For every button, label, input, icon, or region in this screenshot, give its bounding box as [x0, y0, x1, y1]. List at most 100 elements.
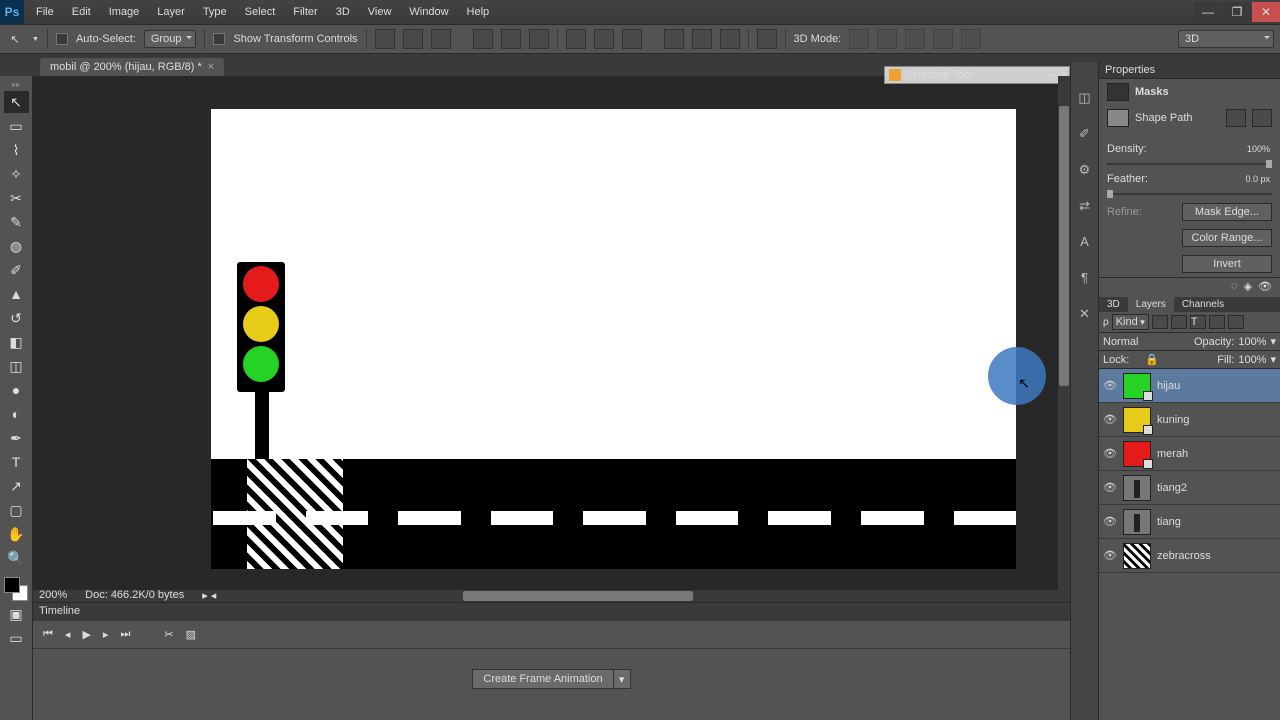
adjust-icon[interactable]: ⇄	[1075, 198, 1095, 216]
showtransform-checkbox[interactable]	[213, 33, 225, 45]
fill-value[interactable]: 100%	[1238, 354, 1266, 366]
color-swatch[interactable]	[4, 577, 28, 601]
color-range-button[interactable]: Color Range...	[1182, 229, 1272, 247]
marquee-tool[interactable]: ▭	[4, 115, 29, 137]
selective-min-icon[interactable]: —	[1048, 69, 1059, 81]
document-tab[interactable]: mobil @ 200% (hijau, RGB/8) *×	[40, 58, 224, 76]
layer-merah[interactable]: 👁merah	[1099, 437, 1280, 471]
menu-filter[interactable]: Filter	[285, 2, 325, 22]
menu-window[interactable]: Window	[401, 2, 456, 22]
zoom-level[interactable]: 200%	[39, 589, 67, 601]
shape-button-1[interactable]	[1226, 109, 1246, 127]
play-button[interactable]: ▶	[82, 628, 90, 641]
menu-select[interactable]: Select	[237, 2, 284, 22]
eraser-tool[interactable]: ◧	[4, 331, 29, 353]
close-tab-icon[interactable]: ×	[208, 61, 214, 73]
tools-icon[interactable]: ✕	[1075, 306, 1095, 324]
autoselect-dropdown[interactable]: Group	[144, 30, 197, 48]
align-right-button[interactable]	[529, 29, 549, 49]
visibility-toggle[interactable]: 👁	[1103, 515, 1117, 528]
goto-first-button[interactable]: ⏮	[43, 628, 53, 641]
lasso-tool[interactable]: ⌇	[4, 139, 29, 161]
mask-toggle-icon[interactable]: 👁	[1258, 280, 1272, 295]
screen-mode-button[interactable]: ▭	[4, 627, 29, 649]
visibility-toggle[interactable]: 👁	[1103, 413, 1117, 426]
autoselect-checkbox[interactable]	[56, 33, 68, 45]
brush-panel-icon[interactable]: ✐	[1075, 126, 1095, 144]
menu-file[interactable]: File	[28, 2, 62, 22]
visibility-toggle[interactable]: 👁	[1103, 549, 1117, 562]
filter-adj-icon[interactable]	[1171, 315, 1187, 329]
filter-smart-icon[interactable]	[1228, 315, 1244, 329]
mask-load-icon[interactable]: ◌	[1231, 280, 1238, 295]
type-tool[interactable]: T	[4, 451, 29, 473]
move-tool[interactable]: ↖	[4, 91, 29, 113]
filter-type-icon[interactable]: T	[1190, 315, 1206, 329]
menu-edit[interactable]: Edit	[64, 2, 99, 22]
move-tool-icon[interactable]: ↖	[6, 30, 24, 48]
dist-left-button[interactable]	[664, 29, 684, 49]
properties-tab[interactable]: Properties	[1099, 62, 1280, 79]
align-bottom-button[interactable]	[431, 29, 451, 49]
blur-tool[interactable]: ●	[4, 379, 29, 401]
invert-button[interactable]: Invert	[1182, 255, 1272, 273]
align-hcenter-button[interactable]	[501, 29, 521, 49]
magic-wand-tool[interactable]: ✧	[4, 163, 29, 185]
scrollbar-vertical[interactable]	[1058, 76, 1070, 590]
clone-stamp-tool[interactable]: ▲	[4, 283, 29, 305]
close-button[interactable]: ✕	[1252, 2, 1280, 22]
align-top-button[interactable]	[375, 29, 395, 49]
feather-value[interactable]: 0.0 px	[1242, 174, 1272, 184]
dodge-tool[interactable]: ◐	[4, 403, 29, 425]
eyedropper-tool[interactable]: ✎	[4, 211, 29, 233]
opacity-value[interactable]: 100%	[1238, 336, 1266, 348]
mask-apply-icon[interactable]: ◈	[1244, 280, 1252, 295]
brush-tool[interactable]: ✐	[4, 259, 29, 281]
settings-icon[interactable]: ⚙	[1075, 162, 1095, 180]
feather-slider[interactable]	[1107, 190, 1113, 198]
goto-last-button[interactable]: ⏭	[120, 628, 130, 641]
create-animation-dropdown[interactable]: ▾	[613, 669, 631, 689]
dist-vcenter-button[interactable]	[594, 29, 614, 49]
layer-zebracross[interactable]: 👁zebracross	[1099, 539, 1280, 573]
shape-button-2[interactable]	[1252, 109, 1272, 127]
menu-image[interactable]: Image	[101, 2, 148, 22]
prev-frame-button[interactable]: ◂	[65, 628, 71, 641]
cut-button[interactable]: ✂	[164, 628, 173, 641]
visibility-toggle[interactable]: 👁	[1103, 481, 1117, 494]
dist-right-button[interactable]	[720, 29, 740, 49]
next-frame-button[interactable]: ▸	[103, 628, 109, 641]
dist-bottom-button[interactable]	[622, 29, 642, 49]
history-brush-tool[interactable]: ↺	[4, 307, 29, 329]
history-icon[interactable]: ◫	[1075, 90, 1095, 108]
lock-all-button[interactable]: 🔒	[1145, 353, 1159, 366]
shape-tool[interactable]: ▢	[4, 499, 29, 521]
dist-top-button[interactable]	[566, 29, 586, 49]
layer-tiang[interactable]: 👁tiang	[1099, 505, 1280, 539]
align-left-button[interactable]	[473, 29, 493, 49]
character-icon[interactable]: A	[1075, 234, 1095, 252]
layer-tiang2[interactable]: 👁tiang2	[1099, 471, 1280, 505]
healing-brush-tool[interactable]: ◍	[4, 235, 29, 257]
menu-layer[interactable]: Layer	[149, 2, 193, 22]
menu-3d[interactable]: 3D	[328, 2, 358, 22]
transition-button[interactable]: ▨	[186, 628, 196, 641]
zoom-tool[interactable]: 🔍	[4, 547, 29, 569]
blend-mode-dropdown[interactable]: Normal	[1103, 336, 1190, 348]
density-slider[interactable]	[1266, 160, 1272, 168]
minimize-button[interactable]: —	[1194, 2, 1222, 22]
visibility-toggle[interactable]: 👁	[1103, 447, 1117, 460]
filter-pix-icon[interactable]	[1152, 315, 1168, 329]
crop-tool[interactable]: ✂	[4, 187, 29, 209]
tab-3d[interactable]: 3D	[1099, 297, 1128, 312]
filter-shape-icon[interactable]	[1209, 315, 1225, 329]
paragraph-icon[interactable]: ¶	[1075, 270, 1095, 288]
align-vcenter-button[interactable]	[403, 29, 423, 49]
layer-hijau[interactable]: 👁hijau	[1099, 369, 1280, 403]
tab-layers[interactable]: Layers	[1128, 297, 1174, 312]
auto-align-button[interactable]	[757, 29, 777, 49]
filter-kind-dropdown[interactable]: Kind ▾	[1112, 314, 1149, 330]
hand-tool[interactable]: ✋	[4, 523, 29, 545]
menu-help[interactable]: Help	[459, 2, 498, 22]
selective-tool-window[interactable]: Selective Tool —×	[884, 66, 1070, 84]
